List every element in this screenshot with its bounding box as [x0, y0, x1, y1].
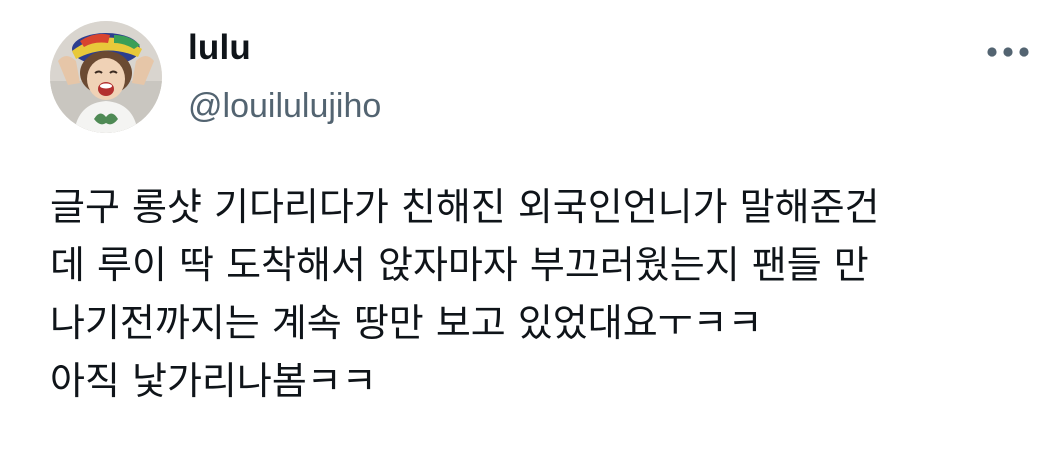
- avatar-image: [50, 21, 162, 133]
- tweet-text: 글구 롱샷 기다리다가 친해진 외국인언니가 말해준건 데 루이 딱 도착해서 …: [50, 178, 1040, 410]
- tweet-text-line: 나기전까지는 계속 땅만 보고 있었대요ㅜㅋㅋ: [50, 301, 763, 345]
- tweet-text-line: 글구 롱샷 기다리다가 친해진 외국인언니가 말해준건: [50, 185, 880, 229]
- tweet-text-line: 아직 낯가리나봄ㅋㅋ: [50, 359, 377, 403]
- tweet-card: lulu @louilulujiho 글구 롱샷 기다리다가 친해진 외국인언니…: [0, 0, 1063, 463]
- author-handle[interactable]: @louilulujiho: [188, 84, 381, 128]
- more-horizontal-icon: [987, 47, 1029, 57]
- avatar[interactable]: [50, 21, 162, 133]
- tweet-text-line: 데 루이 딱 도착해서 앉자마자 부끄러웠는지 팬들 만: [50, 243, 869, 287]
- author-display-name[interactable]: lulu: [188, 26, 251, 70]
- more-options-button[interactable]: [976, 32, 1040, 72]
